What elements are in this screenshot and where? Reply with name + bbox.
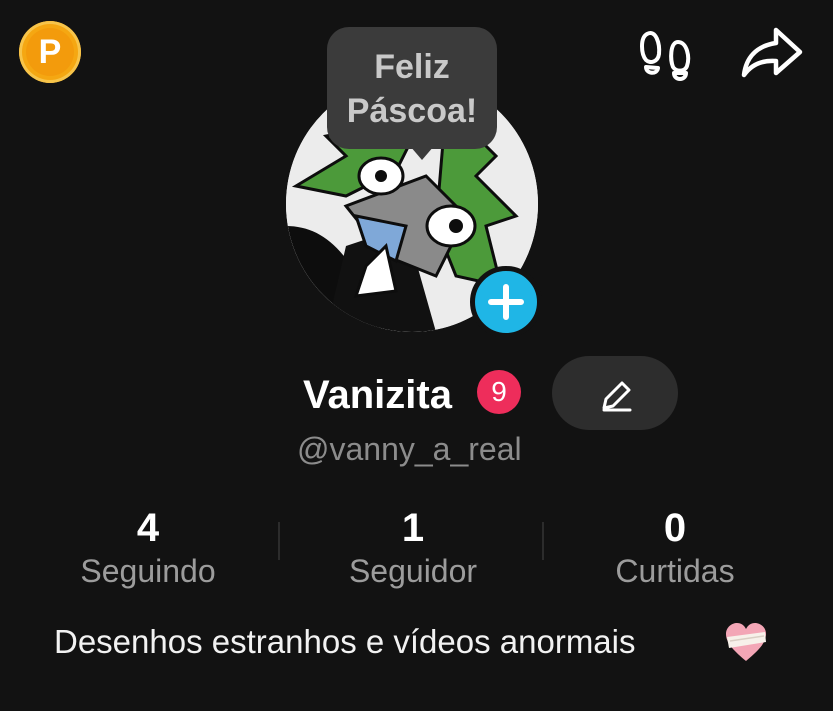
stat-following[interactable]: 4 Seguindo	[48, 505, 248, 591]
stat-label: Seguindo	[80, 553, 216, 589]
stat-value: 4	[136, 506, 160, 550]
add-avatar-button[interactable]	[470, 266, 542, 338]
plus-icon	[488, 284, 524, 320]
tooltip-line-1: Feliz	[374, 48, 450, 86]
footprints-icon	[640, 31, 691, 81]
bandaged-heart-icon	[724, 621, 768, 665]
stat-likes[interactable]: 0 Curtidas	[575, 505, 775, 591]
stat-label: Seguidor	[348, 553, 478, 589]
edit-profile-button[interactable]	[552, 356, 678, 430]
stats-divider	[542, 522, 544, 560]
stat-value: 1	[401, 506, 425, 550]
tooltip-tail	[410, 146, 434, 160]
stat-followers[interactable]: 1 Seguidor	[313, 505, 513, 591]
stat-label: Curtidas	[615, 553, 735, 589]
stats-divider	[278, 522, 280, 560]
footprints-button[interactable]	[636, 20, 698, 84]
bio-text: Desenhos estranhos e vídeos anormais	[54, 623, 636, 660]
share-button[interactable]	[738, 20, 808, 84]
coin-button[interactable]: P	[19, 21, 81, 83]
notification-badge[interactable]: 9	[477, 370, 521, 414]
coin-icon: P	[26, 28, 74, 76]
display-name: Vanizita	[303, 373, 452, 417]
pencil-icon	[602, 381, 632, 412]
stat-value: 0	[663, 506, 687, 550]
tooltip-line-2: Páscoa!	[346, 92, 478, 130]
easter-tooltip: Feliz Páscoa!	[327, 27, 497, 149]
username: @vanny_a_real	[297, 431, 522, 467]
share-icon	[741, 27, 803, 78]
